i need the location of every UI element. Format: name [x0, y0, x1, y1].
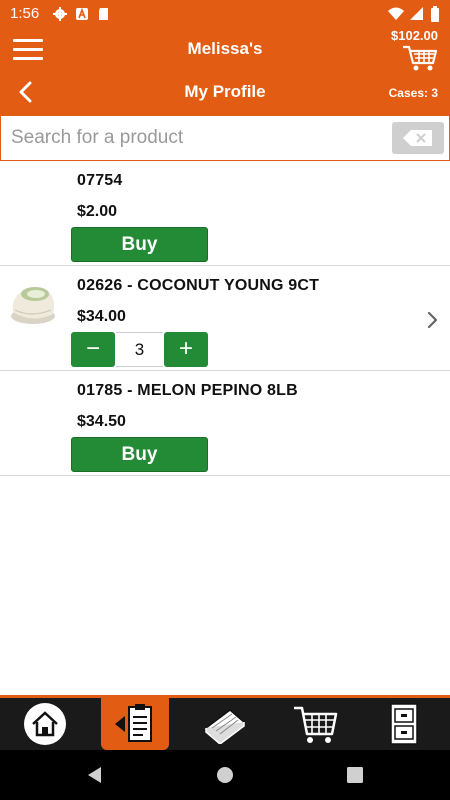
cart-icon — [294, 706, 338, 743]
system-nav-bar — [0, 750, 450, 800]
signal-icon — [410, 6, 423, 20]
clear-search-button[interactable] — [392, 122, 444, 154]
buy-button[interactable]: Buy — [71, 227, 208, 262]
list-item[interactable]: 02626 - COCONUT YOUNG 9CT $34.00 − 3 + — [0, 266, 450, 371]
increase-quantity-button[interactable]: + — [164, 332, 208, 367]
a-icon — [76, 7, 89, 20]
cabinet-icon — [390, 703, 418, 745]
search-bar — [0, 115, 450, 161]
system-home-icon[interactable] — [215, 765, 235, 785]
chevron-right-icon[interactable] — [426, 310, 440, 330]
bottom-nav — [0, 695, 450, 750]
nav-item-cabinet[interactable] — [384, 698, 424, 750]
status-icons-right — [388, 5, 440, 22]
search-input[interactable] — [11, 124, 381, 152]
cart-icon[interactable] — [402, 44, 438, 72]
quantity-value[interactable]: 3 — [116, 332, 163, 367]
gear-icon — [53, 6, 68, 21]
product-name: 01785 - MELON PEPINO 8LB — [77, 382, 298, 399]
product-price: $34.50 — [77, 413, 126, 430]
status-time: 1:56 — [10, 5, 40, 22]
catalog-book-icon — [204, 709, 246, 744]
status-bar: 1:56 — [0, 0, 450, 27]
product-name: 07754 — [77, 172, 123, 189]
status-icons-left — [53, 6, 111, 21]
product-list: 07754 $2.00 Buy 02626 - COCONUT YOUNG 9C… — [0, 161, 450, 476]
store-name: Melissa's — [187, 39, 263, 58]
nav-item-cart[interactable] — [290, 698, 340, 750]
battery-icon — [431, 5, 439, 22]
buy-button[interactable]: Buy — [71, 437, 208, 472]
order-clipboard-icon — [115, 704, 152, 742]
product-price: $2.00 — [77, 203, 118, 220]
home-icon — [24, 703, 66, 745]
product-name: 02626 - COCONUT YOUNG 9CT — [77, 277, 320, 294]
decrease-quantity-button[interactable]: − — [71, 332, 115, 367]
list-item[interactable]: 07754 $2.00 Buy — [0, 161, 450, 266]
product-price: $34.00 — [77, 308, 126, 325]
wifi-icon — [388, 7, 404, 20]
backspace-icon — [403, 130, 432, 146]
coconut-product-image — [11, 287, 55, 324]
system-back-icon[interactable] — [85, 765, 105, 785]
cases-count: Cases: 3 — [388, 86, 438, 100]
cart-total: $102.00 — [391, 28, 438, 43]
page-title: My Profile — [184, 82, 266, 101]
nav-item-home[interactable] — [22, 698, 68, 750]
nav-item-orders[interactable] — [101, 698, 169, 750]
app-header: Melissa's $102.00 My Profile Cases: 3 — [0, 27, 450, 115]
nav-item-catalog[interactable] — [200, 698, 250, 750]
sd-card-icon — [99, 7, 109, 20]
list-item[interactable]: 01785 - MELON PEPINO 8LB $34.50 Buy — [0, 371, 450, 476]
system-recents-icon[interactable] — [345, 765, 365, 785]
